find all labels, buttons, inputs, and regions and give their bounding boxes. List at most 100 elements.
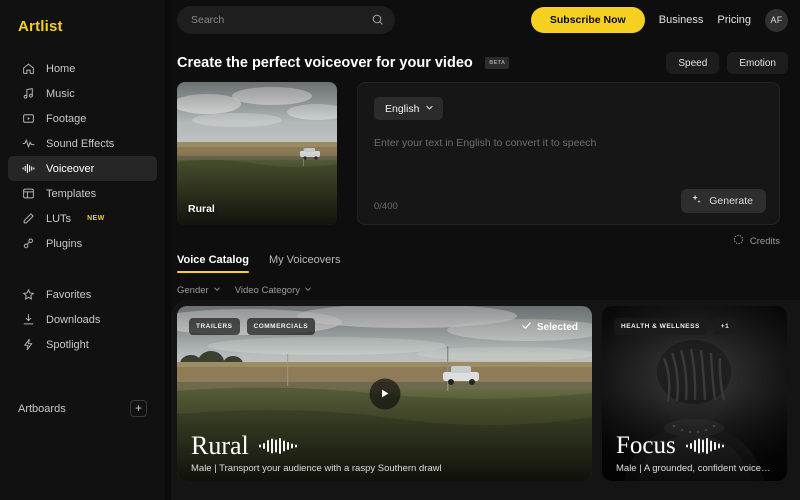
tag-commercials[interactable]: COMMERCIALS	[246, 318, 316, 335]
top-bar-right: Subscribe Now Business Pricing AF	[530, 7, 788, 33]
selected-badge[interactable]: Selected	[521, 320, 578, 334]
tab-voice-catalog[interactable]: Voice Catalog	[177, 254, 249, 273]
credits-indicator[interactable]: Credits	[733, 234, 780, 248]
filter-video-category-label: Video Category	[234, 285, 300, 296]
nav-link-pricing[interactable]: Pricing	[717, 14, 751, 26]
sidebar-item-favorites[interactable]: Favorites	[8, 282, 157, 307]
nav-link-business[interactable]: Business	[659, 14, 704, 26]
download-icon	[22, 313, 35, 326]
sidebar-item-downloads[interactable]: Downloads	[8, 307, 157, 332]
page-title-wrap: Create the perfect voiceover for your vi…	[177, 54, 510, 72]
sparkle-icon	[691, 194, 702, 208]
tag-more-count[interactable]: +1	[713, 318, 737, 335]
top-bar: Subscribe Now Business Pricing AF	[165, 0, 800, 40]
app-root: Artlist Home Music Footage Sound Effects…	[0, 0, 800, 500]
tag-trailers[interactable]: TRAILERS	[189, 318, 240, 335]
filter-gender-label: Gender	[177, 285, 209, 296]
page-title: Create the perfect voiceover for your vi…	[177, 55, 473, 71]
main-content: Subscribe Now Business Pricing AF Create…	[165, 0, 800, 500]
voice-card-rural[interactable]: TRAILERS COMMERCIALS Selected Rural Male…	[177, 306, 592, 481]
star-icon	[22, 288, 35, 301]
sidebar-item-templates[interactable]: Templates	[8, 181, 157, 206]
sidebar-item-music[interactable]: Music	[8, 81, 157, 106]
music-note-icon	[22, 87, 35, 100]
home-icon	[22, 62, 35, 75]
add-artboard-button[interactable]: +	[130, 400, 147, 417]
tag-health-wellness[interactable]: HEALTH & WELLNESS	[614, 318, 707, 335]
lightning-icon	[22, 338, 35, 351]
selected-voice-preview[interactable]: Rural	[177, 82, 337, 225]
generate-button[interactable]: Generate	[681, 189, 766, 213]
emotion-button[interactable]: Emotion	[727, 52, 788, 74]
search-container	[177, 6, 395, 34]
play-icon	[382, 389, 389, 398]
card-title-wrap: Focus	[616, 432, 773, 460]
tts-textarea-placeholder[interactable]: Enter your text in English to convert it…	[374, 137, 763, 149]
plugin-icon	[22, 237, 35, 250]
sidebar-item-label: Spotlight	[46, 338, 89, 351]
chevron-down-icon	[213, 285, 221, 296]
pen-icon	[22, 212, 35, 225]
chevron-down-icon	[304, 285, 312, 296]
voice-card-grid: TRAILERS COMMERCIALS Selected Rural Male…	[165, 296, 800, 481]
primary-nav: Home Music Footage Sound Effects Voiceov…	[0, 56, 165, 357]
sidebar-item-label: Plugins	[46, 237, 83, 250]
waveform-icon	[258, 438, 297, 454]
language-value: English	[385, 102, 420, 115]
sidebar-item-spotlight[interactable]: Spotlight	[8, 332, 157, 357]
credits-circle-icon	[733, 234, 744, 248]
speed-button[interactable]: Speed	[666, 52, 720, 74]
sidebar-item-label: Favorites	[46, 288, 92, 301]
check-icon	[521, 320, 532, 334]
card-description: Male | A grounded, confident voice…	[616, 463, 771, 474]
card-title: Focus	[616, 432, 676, 459]
card-title: Rural	[191, 431, 249, 460]
brand-logo[interactable]: Artlist	[0, 12, 165, 38]
sidebar-item-home[interactable]: Home	[8, 56, 157, 81]
video-play-icon	[22, 112, 35, 125]
card-tags: HEALTH & WELLNESS +1	[614, 318, 737, 335]
sidebar-item-label: Downloads	[46, 313, 101, 326]
search-input[interactable]	[177, 6, 395, 34]
tts-row: Rural English Enter your text in English…	[165, 74, 800, 225]
sidebar-item-plugins[interactable]: Plugins	[8, 231, 157, 256]
sidebar-item-label: Home	[46, 62, 76, 75]
artboards-label: Artboards	[18, 402, 66, 415]
language-selector[interactable]: English	[374, 97, 444, 120]
catalog-tabs: Voice Catalog My Voiceovers	[165, 248, 800, 273]
sidebar-item-label: Templates	[46, 187, 97, 200]
play-button[interactable]	[369, 378, 400, 409]
filter-gender[interactable]: Gender	[177, 285, 221, 296]
beta-badge: BETA	[485, 57, 510, 69]
filter-bar: Gender Video Category	[165, 273, 800, 296]
sidebar-item-sound-effects[interactable]: Sound Effects	[8, 131, 157, 156]
section-header: Create the perfect voiceover for your vi…	[165, 40, 800, 74]
waveform-icon	[22, 137, 35, 150]
artboards-section: Artboards +	[0, 388, 165, 500]
card-tags: TRAILERS COMMERCIALS	[189, 318, 316, 335]
sidebar-item-label: Music	[46, 87, 75, 100]
subscribe-now-button[interactable]: Subscribe Now	[530, 7, 645, 33]
sidebar-item-label: Sound Effects	[46, 137, 115, 150]
sidebar-item-voiceover[interactable]: Voiceover	[8, 156, 157, 181]
tab-my-voiceovers[interactable]: My Voiceovers	[269, 254, 341, 273]
search-icon[interactable]	[371, 13, 384, 26]
filter-video-category[interactable]: Video Category	[235, 285, 312, 296]
card-footer: Rural Male | Transport your audience wit…	[191, 431, 578, 475]
card-description: Male | Transport your audience with a ra…	[191, 463, 442, 474]
credits-row: Credits	[165, 225, 800, 248]
sidebar-item-label: Footage	[46, 112, 87, 125]
character-counter: 0/400	[374, 201, 398, 212]
sidebar-item-luts[interactable]: LUTs NEW	[8, 206, 157, 231]
chevron-down-icon	[425, 103, 434, 115]
avatar[interactable]: AF	[765, 8, 788, 32]
voice-card-focus[interactable]: HEALTH & WELLNESS +1 Focus Male | A grou…	[602, 306, 787, 481]
generate-label: Generate	[709, 195, 753, 207]
selected-label: Selected	[536, 321, 578, 333]
layout-icon	[22, 187, 35, 200]
sidebar-item-footage[interactable]: Footage	[8, 106, 157, 131]
voice-waveform-icon	[22, 162, 35, 175]
preview-label: Rural	[188, 203, 215, 215]
credits-label: Credits	[749, 235, 780, 247]
sidebar: Artlist Home Music Footage Sound Effects…	[0, 0, 165, 500]
